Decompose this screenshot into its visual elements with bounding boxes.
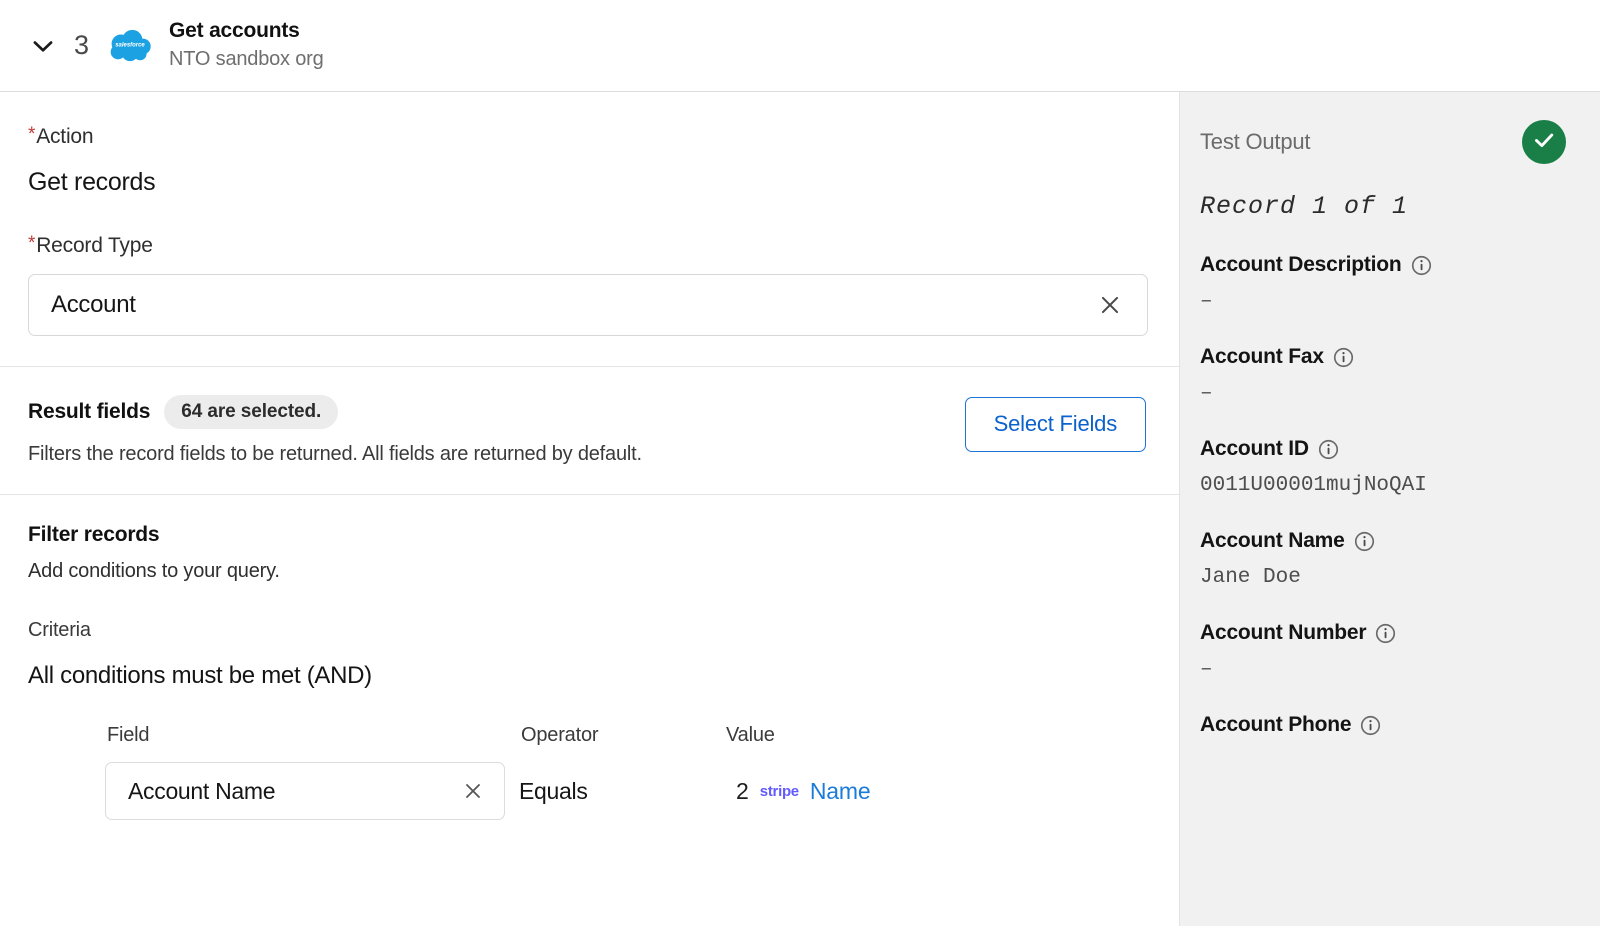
stripe-logo-icon: stripe (759, 782, 799, 800)
required-asterisk: * (28, 124, 36, 145)
body-split: *Action Get records *Record Type Account (0, 92, 1600, 926)
output-field-label: Account Description (1200, 253, 1402, 276)
output-field-label-row: Account Name (1200, 529, 1600, 553)
condition-field-column: Field Account Name (105, 724, 505, 821)
output-field: Account Description – (1200, 253, 1600, 313)
condition-value-token[interactable]: 2 stripe Name (724, 762, 1024, 820)
output-field-label: Account Phone (1200, 713, 1352, 736)
info-icon[interactable] (1333, 347, 1354, 368)
record-type-value: Account (51, 291, 136, 319)
value-variable-link[interactable]: Name (810, 778, 871, 805)
condition-row: Field Account Name Operator Equals Value… (105, 724, 1151, 821)
action-value: Get records (28, 168, 156, 197)
required-asterisk: * (28, 233, 36, 255)
info-icon[interactable] (1411, 255, 1432, 276)
test-output-pane: Test Output Record 1 of 1 Account Descri… (1180, 92, 1600, 926)
condition-value-column: Value 2 stripe Name (724, 724, 1024, 820)
value-step-index: 2 (736, 777, 749, 804)
svg-text:salesforce: salesforce (115, 42, 145, 48)
output-field-label-row: Account Description (1200, 253, 1600, 277)
output-field: Account Fax – (1200, 345, 1600, 405)
info-icon[interactable] (1360, 715, 1381, 736)
info-icon[interactable] (1375, 623, 1396, 644)
output-field-label-row: Account Phone (1200, 713, 1600, 737)
step-header: 3 salesforce Get accounts NTO sandbox or… (0, 0, 1600, 92)
close-x-icon[interactable] (458, 776, 488, 806)
record-count: Record 1 of 1 (1200, 192, 1409, 221)
step-subtitle: NTO sandbox org (169, 48, 324, 71)
column-header-operator: Operator (521, 724, 599, 747)
test-output-title: Test Output (1200, 129, 1311, 154)
output-field-label-row: Account ID (1200, 437, 1600, 461)
output-field: Account Number – (1200, 621, 1600, 681)
record-type-label: *Record Type (28, 233, 1151, 258)
info-icon[interactable] (1354, 531, 1375, 552)
select-fields-button[interactable]: Select Fields (964, 397, 1146, 452)
column-header-value: Value (726, 724, 775, 747)
output-field-label-row: Account Number (1200, 621, 1600, 645)
criteria-value: All conditions must be met (AND) (28, 662, 372, 690)
output-field-value: Jane Doe (1200, 566, 1301, 589)
record-type-label-text: Record Type (36, 234, 153, 258)
column-header-field: Field (107, 724, 150, 747)
step-number: 3 (74, 30, 90, 60)
output-field-label: Account ID (1200, 437, 1309, 460)
output-field-value: – (1200, 658, 1213, 681)
result-fields-title: Result fields (28, 400, 151, 424)
condition-operator-column: Operator Equals (519, 724, 724, 820)
action-section: *Action Get records (0, 92, 1179, 231)
result-fields-help: Filters the record fields to be returned… (28, 443, 642, 466)
output-field: Account Phone (1200, 713, 1600, 737)
action-label-text: Action (36, 125, 94, 148)
condition-field-value: Account Name (128, 777, 276, 804)
condition-field-combobox[interactable]: Account Name (105, 762, 505, 821)
collapse-step-button[interactable] (26, 29, 60, 63)
record-type-combobox[interactable]: Account (28, 274, 1148, 337)
condition-operator-value[interactable]: Equals (519, 762, 724, 820)
step-title-group: Get accounts NTO sandbox org (169, 18, 324, 73)
filter-records-section: Filter records Add conditions to your qu… (0, 495, 1179, 821)
output-field-value: – (1200, 290, 1213, 313)
result-fields-section: Result fields 64 are selected. Filters t… (0, 367, 1179, 494)
result-fields-info: Result fields 64 are selected. Filters t… (28, 395, 965, 466)
record-type-section: *Record Type Account (0, 231, 1179, 366)
output-field-list: Account Description – Account Fax – Account … (1200, 253, 1600, 737)
output-field-label: Account Number (1200, 621, 1367, 644)
output-field: Account ID 0011U00001mujNoQAI (1200, 437, 1600, 497)
configuration-pane: *Action Get records *Record Type Account (0, 92, 1180, 926)
result-fields-title-row: Result fields 64 are selected. (28, 395, 965, 430)
close-x-icon[interactable] (1095, 290, 1125, 320)
filter-records-title: Filter records (28, 523, 160, 547)
output-field-value: – (1200, 382, 1213, 405)
success-check-icon (1531, 127, 1557, 158)
salesforce-cloud-icon: salesforce (107, 26, 153, 66)
output-field-label-row: Account Fax (1200, 345, 1600, 369)
output-field: Account Name Jane Doe (1200, 529, 1600, 589)
output-field-label: Account Fax (1200, 345, 1324, 368)
selected-count-badge: 64 are selected. (164, 395, 339, 430)
action-label: *Action (28, 124, 1151, 149)
output-field-value: 0011U00001mujNoQAI (1200, 474, 1427, 497)
output-field-label: Account Name (1200, 529, 1345, 552)
chevron-down-icon (28, 31, 58, 61)
status-badge (1522, 120, 1566, 164)
info-icon[interactable] (1318, 439, 1339, 460)
filter-records-help: Add conditions to your query. (28, 560, 280, 583)
criteria-label: Criteria (28, 619, 91, 642)
test-output-header: Test Output (1200, 120, 1600, 164)
step-title: Get accounts (169, 18, 300, 42)
